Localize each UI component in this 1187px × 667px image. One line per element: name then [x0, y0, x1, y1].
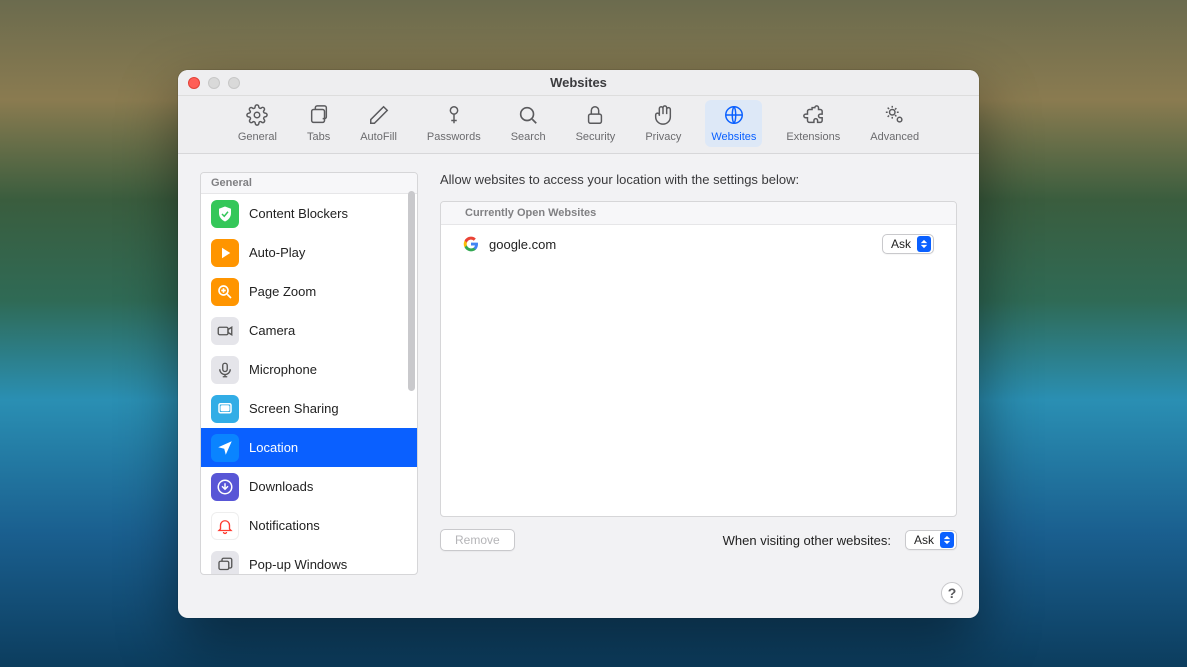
sidebar-item-label: Pop-up Windows	[249, 557, 347, 572]
tab-search[interactable]: Search	[505, 100, 552, 147]
gear-icon	[246, 104, 268, 129]
websites-table: Currently Open Websites google.com Ask	[440, 201, 957, 517]
sidebar-item-label: Content Blockers	[249, 206, 348, 221]
window-controls	[188, 77, 240, 89]
settings-sidebar: General Content Blockers Auto-Play Page …	[200, 172, 418, 575]
sidebar-item-camera[interactable]: Camera	[201, 311, 417, 350]
sidebar-scrollbar[interactable]	[408, 191, 415, 391]
tab-websites[interactable]: Websites	[705, 100, 762, 147]
tab-tabs[interactable]: Tabs	[301, 100, 336, 147]
window-title: Websites	[178, 75, 979, 90]
tab-security[interactable]: Security	[570, 100, 622, 147]
puzzle-icon	[802, 104, 824, 129]
titlebar: Websites	[178, 70, 979, 96]
sidebar-item-notifications[interactable]: Notifications	[201, 506, 417, 545]
screen-icon	[211, 395, 239, 423]
gears-icon	[884, 104, 906, 129]
sidebar-item-label: Page Zoom	[249, 284, 316, 299]
tab-extensions[interactable]: Extensions	[780, 100, 846, 147]
download-icon	[211, 473, 239, 501]
select-value: Ask	[914, 533, 934, 547]
tabs-icon	[308, 104, 330, 129]
tab-autofill[interactable]: AutoFill	[354, 100, 403, 147]
globe-icon	[723, 104, 745, 129]
microphone-icon	[211, 356, 239, 384]
tab-label: General	[238, 131, 277, 143]
hand-icon	[652, 104, 674, 129]
close-window-button[interactable]	[188, 77, 200, 89]
panel-footer: Remove When visiting other websites: Ask	[440, 529, 957, 551]
preferences-toolbar: General Tabs AutoFill Passwords Search S…	[178, 96, 979, 154]
zoom-window-button[interactable]	[228, 77, 240, 89]
site-name: google.com	[489, 237, 556, 252]
sidebar-item-label: Notifications	[249, 518, 320, 533]
table-heading: Currently Open Websites	[441, 202, 956, 225]
shield-check-icon	[211, 200, 239, 228]
select-value: Ask	[891, 237, 911, 251]
pencil-icon	[368, 104, 390, 129]
tab-label: Advanced	[870, 131, 919, 143]
sidebar-item-label: Downloads	[249, 479, 313, 494]
tab-label: Extensions	[786, 131, 840, 143]
window-stack-icon	[211, 551, 239, 575]
content-area: General Content Blockers Auto-Play Page …	[178, 154, 979, 618]
sidebar-item-label: Microphone	[249, 362, 317, 377]
tab-general[interactable]: General	[232, 100, 283, 147]
remove-button[interactable]: Remove	[440, 529, 515, 551]
sidebar-item-page-zoom[interactable]: Page Zoom	[201, 272, 417, 311]
tab-advanced[interactable]: Advanced	[864, 100, 925, 147]
lock-icon	[584, 104, 606, 129]
zoom-icon	[211, 278, 239, 306]
tab-label: Security	[576, 131, 616, 143]
sidebar-item-downloads[interactable]: Downloads	[201, 467, 417, 506]
sidebar-heading: General	[201, 173, 417, 194]
sidebar-item-screen-sharing[interactable]: Screen Sharing	[201, 389, 417, 428]
google-favicon-icon	[463, 236, 479, 252]
sidebar-list: Content Blockers Auto-Play Page Zoom Cam…	[201, 194, 417, 574]
sidebar-item-label: Auto-Play	[249, 245, 305, 260]
sidebar-item-location[interactable]: Location	[201, 428, 417, 467]
sidebar-item-content-blockers[interactable]: Content Blockers	[201, 194, 417, 233]
tab-label: AutoFill	[360, 131, 397, 143]
panel-hint: Allow websites to access your location w…	[440, 172, 957, 187]
sidebar-item-autoplay[interactable]: Auto-Play	[201, 233, 417, 272]
search-icon	[517, 104, 539, 129]
key-icon	[443, 104, 465, 129]
sidebar-item-label: Screen Sharing	[249, 401, 339, 416]
sidebar-item-label: Location	[249, 440, 298, 455]
bell-icon	[211, 512, 239, 540]
minimize-window-button[interactable]	[208, 77, 220, 89]
chevrons-icon	[940, 532, 954, 548]
other-websites-label: When visiting other websites:	[723, 533, 891, 548]
help-button[interactable]: ?	[941, 582, 963, 604]
tab-passwords[interactable]: Passwords	[421, 100, 487, 147]
main-panel: Allow websites to access your location w…	[440, 172, 957, 600]
play-icon	[211, 239, 239, 267]
tab-label: Privacy	[645, 131, 681, 143]
tab-label: Passwords	[427, 131, 481, 143]
camera-icon	[211, 317, 239, 345]
tab-label: Websites	[711, 131, 756, 143]
table-row[interactable]: google.com Ask	[441, 225, 956, 263]
sidebar-item-microphone[interactable]: Microphone	[201, 350, 417, 389]
sidebar-item-label: Camera	[249, 323, 295, 338]
tab-label: Tabs	[307, 131, 330, 143]
sidebar-item-popup[interactable]: Pop-up Windows	[201, 545, 417, 574]
location-arrow-icon	[211, 434, 239, 462]
tab-privacy[interactable]: Privacy	[639, 100, 687, 147]
chevrons-icon	[917, 236, 931, 252]
site-permission-select[interactable]: Ask	[882, 234, 934, 254]
preferences-window: Websites General Tabs AutoFill Passwords…	[178, 70, 979, 618]
tab-label: Search	[511, 131, 546, 143]
other-websites-select[interactable]: Ask	[905, 530, 957, 550]
